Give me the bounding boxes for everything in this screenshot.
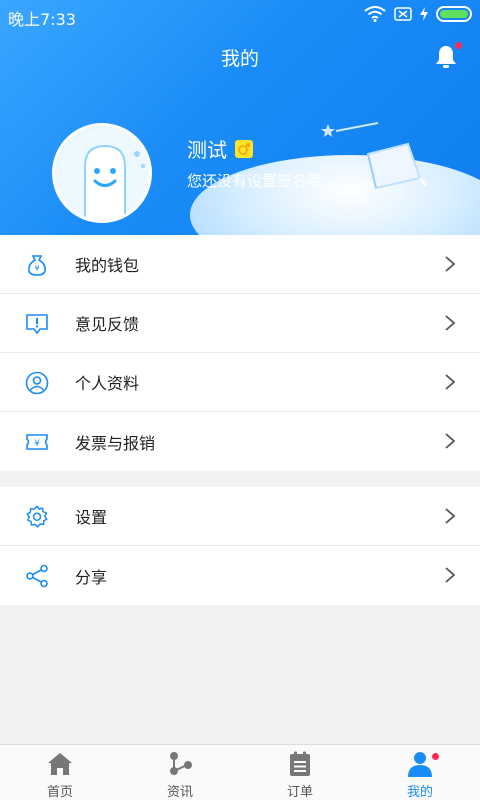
menu-item-feedback[interactable]: 意见反馈 bbox=[0, 294, 480, 353]
battery-icon bbox=[436, 6, 472, 22]
wallet-icon: ¥ bbox=[28, 255, 46, 276]
male-icon bbox=[235, 139, 253, 158]
menu-item-invoice[interactable]: ¥ 发票与报销 bbox=[0, 412, 480, 471]
tab-label: 资讯 bbox=[166, 785, 193, 800]
status-icons bbox=[364, 6, 472, 22]
bottom-tab-bar: 首页 资讯 订单 我的 bbox=[0, 744, 480, 800]
menu-item-label: 意见反馈 bbox=[75, 315, 140, 334]
menu-group-system: 设置 分享 bbox=[0, 487, 480, 605]
notification-button[interactable] bbox=[434, 42, 462, 70]
user-icon bbox=[408, 752, 432, 777]
tab-me[interactable]: 我的 bbox=[360, 745, 480, 800]
menu-item-label: 发票与报销 bbox=[75, 433, 156, 453]
chevron-right-icon bbox=[445, 374, 456, 390]
tab-label: 订单 bbox=[286, 785, 313, 800]
chevron-right-icon bbox=[445, 315, 456, 331]
notification-dot bbox=[455, 42, 462, 49]
tab-badge-dot bbox=[432, 753, 439, 760]
avatar[interactable] bbox=[52, 123, 152, 223]
menu-item-label: 我的钱包 bbox=[75, 256, 140, 275]
menu-item-label: 分享 bbox=[75, 567, 108, 587]
menu-item-wallet[interactable]: ¥ 我的钱包 bbox=[0, 235, 480, 294]
profile-icon bbox=[25, 371, 49, 395]
chevron-right-icon bbox=[445, 433, 456, 449]
decorative-hill bbox=[190, 155, 480, 235]
share-icon bbox=[26, 564, 48, 588]
news-icon bbox=[170, 752, 192, 775]
menu-item-share[interactable]: 分享 bbox=[0, 546, 480, 605]
svg-text:¥: ¥ bbox=[34, 439, 40, 449]
menu-item-label: 个人资料 bbox=[75, 374, 140, 393]
menu-item-profile[interactable]: 个人资料 bbox=[0, 353, 480, 412]
star-icon bbox=[321, 122, 379, 137]
status-bar: 晚上7:33 bbox=[0, 0, 480, 32]
profile-name: 测试 bbox=[187, 138, 227, 162]
page-title: 我的 bbox=[220, 48, 259, 70]
menu-item-label: 设置 bbox=[75, 508, 108, 527]
orders-icon bbox=[290, 751, 310, 776]
svg-text:¥: ¥ bbox=[34, 264, 39, 273]
menu-item-settings[interactable]: 设置 bbox=[0, 487, 480, 546]
feedback-icon bbox=[26, 314, 48, 335]
bag-illustration-icon bbox=[366, 142, 427, 190]
chevron-right-icon bbox=[445, 508, 456, 524]
gear-icon bbox=[26, 505, 48, 528]
invoice-icon: ¥ bbox=[26, 434, 48, 450]
charging-icon bbox=[420, 7, 428, 21]
tab-home[interactable]: 首页 bbox=[0, 745, 120, 800]
wifi-icon bbox=[364, 6, 386, 22]
tab-news[interactable]: 资讯 bbox=[120, 745, 240, 800]
profile-signature: 您还没有设置签名哦 bbox=[187, 172, 323, 190]
tab-orders[interactable]: 订单 bbox=[240, 745, 360, 800]
bell-icon bbox=[436, 46, 456, 68]
sim-icon bbox=[394, 7, 412, 21]
profile-header: 晚上7:33 我的 测试 您还没有设置签名哦 bbox=[0, 0, 480, 235]
tab-label: 首页 bbox=[46, 785, 73, 800]
status-time: 晚上7:33 bbox=[8, 10, 76, 29]
home-icon bbox=[48, 753, 72, 775]
chevron-right-icon bbox=[445, 567, 456, 583]
chevron-right-icon bbox=[445, 256, 456, 272]
avatar-face-icon bbox=[57, 128, 149, 220]
profile-name-row[interactable]: 测试 bbox=[187, 134, 253, 163]
menu-group-account: ¥ 我的钱包 意见反馈 个人资料 ¥ 发票与报销 bbox=[0, 235, 480, 471]
tab-label: 我的 bbox=[406, 785, 433, 800]
